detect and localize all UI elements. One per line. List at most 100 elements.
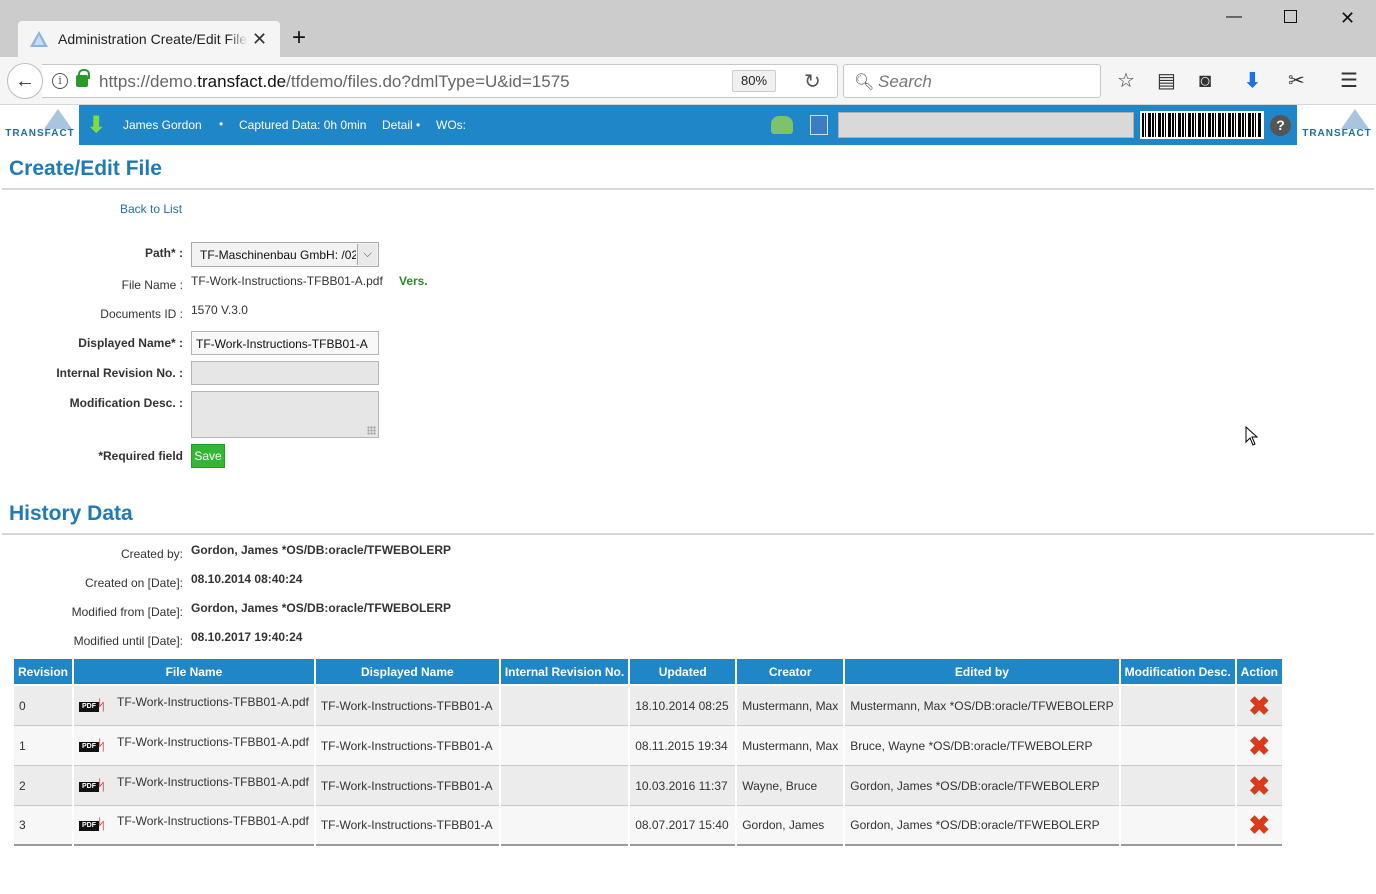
internal-revision-label: Internal Revision No. : [56,366,183,380]
title-divider [2,188,1374,190]
pdf-icon[interactable]: PDF ᛋ [79,737,113,754]
search-placeholder: Search [878,72,932,91]
delete-icon[interactable]: ✖ [1248,812,1270,838]
cell-revision: 3 [14,806,73,846]
cell-modification-desc [1120,686,1235,726]
cell-internal-revision [500,726,629,766]
cell-internal-revision [500,766,629,806]
cell-file-name[interactable]: PDF ᛋ TF-Work-Instructions-TFBB01-A.pdf [74,686,314,726]
cell-action: ✖ [1236,766,1282,806]
bookmark-star-icon[interactable]: ☆ [1117,70,1135,92]
cell-file-name[interactable]: PDF ᛋ TF-Work-Instructions-TFBB01-A.pdf [74,726,314,766]
path-label: Path* : [144,246,183,260]
reader-list-icon[interactable]: ▤ [1157,70,1176,92]
browser-tab[interactable]: Administration Create/Edit File ✕ [18,21,280,58]
menu-icon[interactable]: ☰ [1340,70,1358,92]
cell-creator: Mustermann, Max [737,726,844,766]
back-to-list-link[interactable]: Back to List [120,202,182,216]
cell-revision: 0 [14,686,73,726]
cell-displayed-name: TF-Work-Instructions-TFBB01-A [315,766,499,806]
save-button[interactable]: Save [191,444,225,468]
delete-icon[interactable]: ✖ [1248,733,1270,759]
pdf-icon[interactable]: PDF ᛋ [79,697,113,714]
phone-icon[interactable] [771,116,793,134]
url-bar[interactable]: i https://demo.transfact.de/tfdemo/files… [42,64,838,98]
modification-desc-label: Modification Desc. : [69,396,183,410]
cell-updated: 10.03.2016 11:37 [630,766,736,806]
new-tab-icon[interactable]: + [292,26,306,50]
url-text[interactable]: https://demo.transfact.de/tfdemo/files.d… [99,72,570,92]
col-edited-by: Edited by [845,659,1119,686]
back-icon[interactable]: ← [7,63,43,99]
browser-tab-bar: Administration Create/Edit File ✕ + — ✕ [0,0,1376,58]
tab-title: Administration Create/Edit File [58,31,248,47]
cell-file-name[interactable]: PDF ᛋ TF-Work-Instructions-TFBB01-A.pdf [74,806,314,846]
screenshot-icon[interactable]: ✂ [1288,70,1305,92]
browser-search-input[interactable]: 🔍︎ Search [843,64,1101,98]
modified-until-label: Modified until [Date]: [73,634,183,648]
user-name[interactable]: James Gordon [123,118,202,132]
cell-modification-desc [1120,726,1235,766]
app-header: TRANSFACT ⬇ James Gordon • Captured Data… [0,105,1376,145]
cell-displayed-name: TF-Work-Instructions-TFBB01-A [315,726,499,766]
modified-from-label: Modified from [Date]: [71,605,183,619]
detail-menu[interactable]: Detail • [382,118,420,132]
cell-updated: 08.07.2017 15:40 [630,806,736,846]
transfact-logo-right: TRANSFACT [1301,109,1373,141]
col-modification-desc: Modification Desc. [1120,659,1235,686]
captured-data[interactable]: Captured Data: 0h 0min [239,118,366,132]
cell-creator: Gordon, James [737,806,844,846]
help-icon[interactable]: ? [1270,115,1291,136]
displayed-name-input[interactable]: TF-Work-Instructions-TFBB01-A [191,331,379,355]
pdf-icon[interactable]: PDF ᛋ [79,777,113,794]
table-row: 3 PDF ᛋ TF-Work-Instructions-TFBB01-A.pdf … [14,806,1282,846]
path-select[interactable]: TF-Maschinenbau GmbH: /02 ⌵ [191,242,379,267]
cell-file-name[interactable]: PDF ᛋ TF-Work-Instructions-TFBB01-A.pdf [74,766,314,806]
pocket-icon[interactable]: ◙ [1199,70,1211,92]
table-row: 0 PDF ᛋ TF-Work-Instructions-TFBB01-A.pdf … [14,686,1282,726]
maximize-icon[interactable] [1284,10,1297,23]
transfact-logo: TRANSFACT [4,109,76,141]
created-on-value: 08.10.2014 08:40:24 [191,572,303,586]
cell-creator: Mustermann, Max [737,686,844,726]
cell-edited-by: Gordon, James *OS/DB:oracle/TFWEBOLERP [845,766,1119,806]
cell-creator: Wayne, Bruce [737,766,844,806]
internal-revision-input[interactable] [191,361,379,385]
displayed-name-label: Displayed Name* : [78,336,183,350]
history-header-row: Revision File Name Displayed Name Intern… [14,659,1282,686]
wos-label[interactable]: WOs: [436,118,466,132]
minimize-icon[interactable]: — [1226,8,1242,26]
cell-revision: 2 [14,766,73,806]
delete-icon[interactable]: ✖ [1248,693,1270,719]
green-down-arrow-icon[interactable]: ⬇ [87,112,105,138]
window-close-icon[interactable]: ✕ [1340,8,1355,29]
barcode-icon[interactable] [1140,111,1264,139]
cell-modification-desc [1120,766,1235,806]
separator-dot: • [219,117,224,131]
downloads-icon[interactable]: ⬇ [1244,70,1261,92]
cell-edited-by: Bruce, Wayne *OS/DB:oracle/TFWEBOLERP [845,726,1119,766]
tab-close-icon[interactable]: ✕ [252,30,267,48]
path-value: TF-Maschinenbau GmbH: /02 [200,248,356,262]
info-icon[interactable]: i [52,73,68,89]
table-row: 2 PDF ᛋ TF-Work-Instructions-TFBB01-A.pdf … [14,766,1282,806]
book-icon[interactable] [810,115,828,135]
chevron-down-icon[interactable]: ⌵ [357,244,377,265]
app-toolbar: ⬇ James Gordon • Captured Data: 0h 0min … [79,105,1297,145]
versions-link[interactable]: Vers. [399,274,428,288]
cell-action: ✖ [1236,726,1282,766]
logo-triangle-icon [44,109,72,129]
cell-displayed-name: TF-Work-Instructions-TFBB01-A [315,806,499,846]
resize-grip-icon[interactable] [367,426,376,435]
cell-updated: 18.10.2014 08:25 [630,686,736,726]
created-on-label: Created on [Date]: [84,576,183,590]
col-action: Action [1236,659,1282,686]
col-revision: Revision [14,659,73,686]
modification-desc-textarea[interactable] [191,391,379,438]
reload-icon[interactable]: ↻ [804,69,821,94]
pdf-icon[interactable]: PDF ᛋ [79,817,113,833]
cell-updated: 08.11.2015 19:34 [630,726,736,766]
zoom-level[interactable]: 80% [732,70,776,92]
app-search-input[interactable] [838,112,1134,138]
delete-icon[interactable]: ✖ [1248,773,1270,799]
